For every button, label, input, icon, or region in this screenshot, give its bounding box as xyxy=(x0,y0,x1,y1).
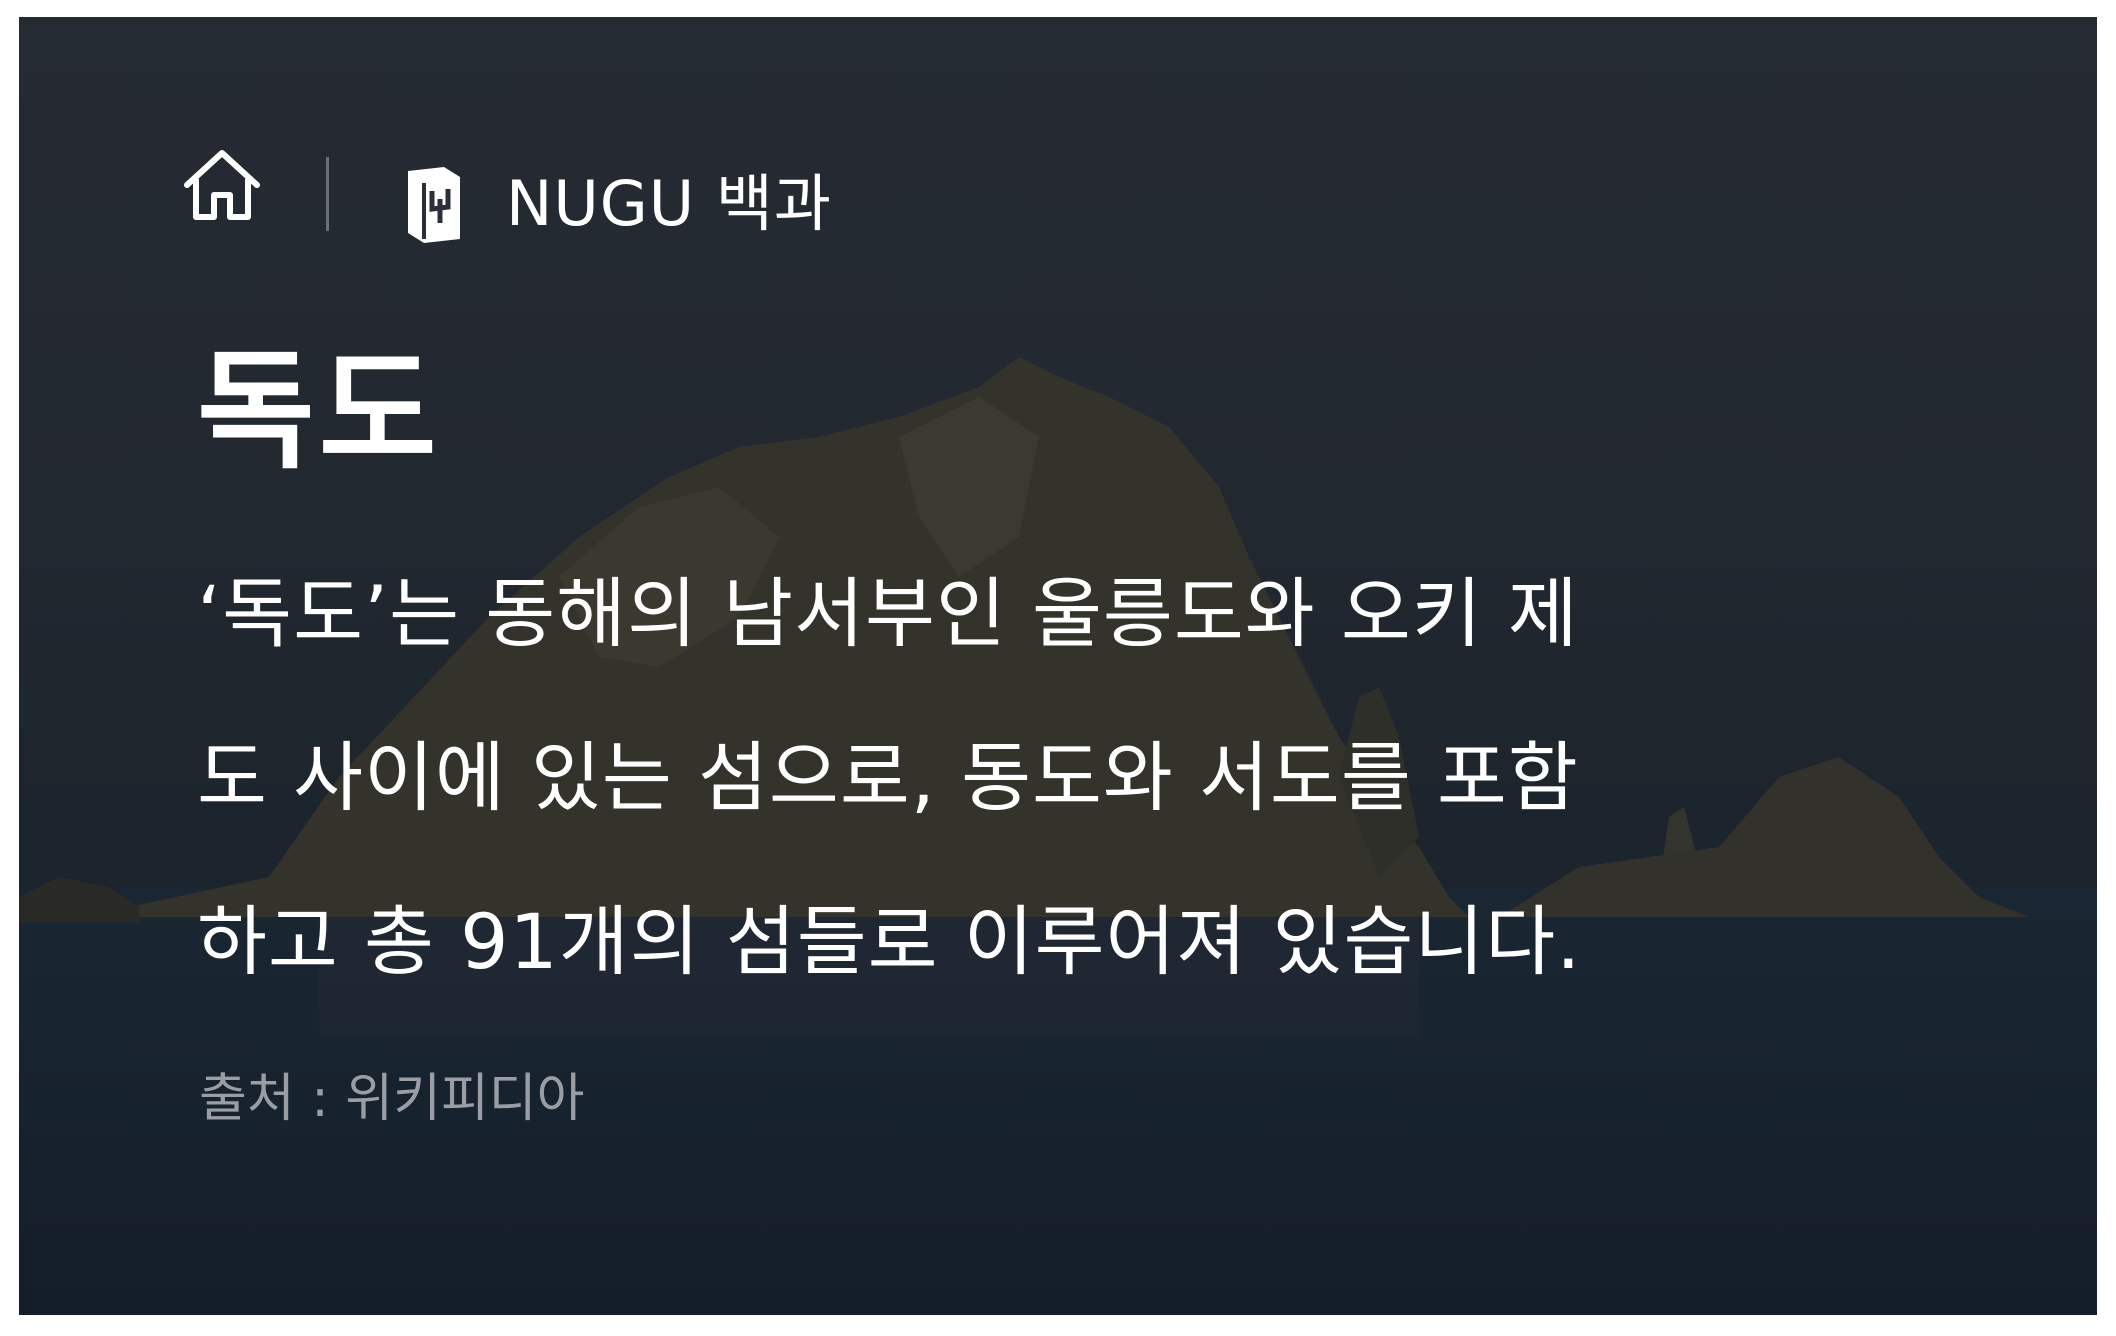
header-divider xyxy=(326,157,329,231)
summary-line: 도 사이에 있는 섬으로, 동도와 서도를 포함 xyxy=(197,733,1579,822)
summary-line: ‘독도’는 동해의 남서부인 울릉도와 오키 제 xyxy=(197,569,1579,658)
article-title: 독도 xyxy=(197,337,441,486)
service-name[interactable]: NUGU 백과 xyxy=(506,159,832,249)
source-attribution: 출처 : 위키피디아 xyxy=(199,1069,585,1129)
article-summary: ‘독도’는 동해의 남서부인 울릉도와 오키 제 도 사이에 있는 섬으로, 동… xyxy=(197,532,1927,1024)
encyclopedia-card: NUGU 백과 독도 ‘독도’는 동해의 남서부인 울릉도와 오키 제 도 사이… xyxy=(19,17,2097,1315)
book-icon xyxy=(408,167,460,243)
summary-line: 하고 총 91개의 섬들로 이루어져 있습니다. xyxy=(197,897,1582,986)
home-icon[interactable] xyxy=(181,147,263,223)
